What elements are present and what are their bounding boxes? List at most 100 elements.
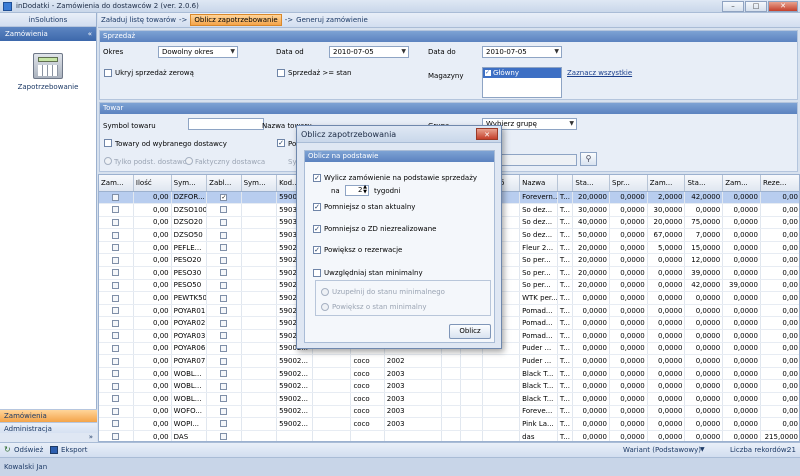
grid-column-header[interactable]: Spr... — [609, 175, 648, 192]
period-select[interactable]: Dowolny okres ▼ — [158, 46, 238, 58]
row-checkbox[interactable] — [112, 231, 120, 239]
grid-column-header[interactable]: Sta... — [684, 175, 724, 192]
row-checkbox[interactable] — [112, 344, 120, 352]
step-load-products[interactable]: Załaduj listę towarów — [101, 16, 176, 24]
grid-column-header[interactable]: Sta... — [572, 175, 610, 192]
table-row[interactable]: 0,00 WOBL... 59002... coco 2003 Black T... T..… — [99, 392, 799, 406]
blocked-checkbox[interactable] — [220, 420, 228, 428]
radio-fill-to-min[interactable] — [321, 288, 329, 296]
blocked-checkbox[interactable] — [220, 244, 228, 252]
minimize-button[interactable]: – — [722, 1, 744, 12]
reduce-zd-checkbox[interactable]: ✓ — [313, 225, 321, 233]
blocked-checkbox[interactable] — [220, 256, 228, 264]
pom-checkbox[interactable]: ✓ — [277, 139, 285, 147]
nav-expand-chevron-icon[interactable]: » — [0, 433, 97, 442]
blocked-checkbox[interactable] — [220, 344, 228, 352]
nav-bottom-zamowienia[interactable]: Zamówienia — [0, 409, 97, 422]
blocked-checkbox[interactable] — [220, 281, 228, 289]
grid-column-header[interactable]: Reze... — [760, 175, 799, 192]
symbol-input[interactable] — [188, 118, 264, 130]
warehouse-item[interactable]: ✓ Główny — [483, 68, 561, 78]
sales-based-checkbox[interactable]: ✓ — [313, 174, 321, 182]
row-checkbox[interactable] — [112, 206, 120, 214]
add-reservations-checkbox[interactable]: ✓ — [313, 246, 321, 254]
row-checkbox[interactable] — [112, 256, 120, 264]
blocked-checkbox[interactable]: ✓ — [220, 193, 228, 201]
date-to-picker[interactable]: 2010-07-05 ▼ — [482, 46, 562, 58]
blocked-checkbox[interactable] — [220, 370, 228, 378]
row-checkbox[interactable] — [112, 420, 120, 428]
blocked-checkbox[interactable] — [220, 294, 228, 302]
radio-actual-supplier[interactable] — [185, 157, 193, 165]
row-checkbox[interactable] — [112, 281, 120, 289]
blocked-checkbox[interactable] — [220, 382, 228, 390]
calculate-button[interactable]: Oblicz — [449, 324, 491, 339]
table-row[interactable]: 0,00 POYAR07 59002... coco 2002 Puder ... T...… — [99, 354, 799, 368]
blocked-checkbox[interactable] — [220, 231, 228, 239]
nav-tile-zapotrzebowanie[interactable]: Zapotrzebowanie — [8, 53, 88, 91]
row-checkbox[interactable] — [112, 332, 120, 340]
blocked-checkbox[interactable] — [220, 218, 228, 226]
stepper-arrows-icon[interactable]: ▲ ▼ — [363, 185, 367, 195]
grid-column-header[interactable]: Sym... — [171, 175, 208, 192]
grid-column-header[interactable]: Nazwa — [519, 175, 558, 192]
select-all-link[interactable]: Zaznacz wszystkie — [567, 69, 632, 77]
blocked-checkbox[interactable] — [220, 357, 228, 365]
export-button[interactable]: Eksport — [61, 446, 87, 454]
search-icon[interactable]: ⚲ — [580, 152, 597, 166]
blocked-checkbox[interactable] — [220, 269, 228, 277]
grid-column-header[interactable]: Zam... — [647, 175, 686, 192]
sales-gte-stock-checkbox[interactable] — [277, 69, 285, 77]
row-checkbox[interactable] — [112, 244, 120, 252]
refresh-button[interactable]: Odśwież — [14, 446, 43, 454]
collapse-chevron-icon[interactable]: « — [88, 27, 92, 41]
blocked-checkbox[interactable] — [220, 395, 228, 403]
date-from-picker[interactable]: 2010-07-05 ▼ — [329, 46, 409, 58]
row-checkbox[interactable] — [112, 218, 120, 226]
row-checkbox[interactable] — [112, 269, 120, 277]
row-checkbox[interactable] — [112, 382, 120, 390]
grid-column-header[interactable]: Zam... — [722, 175, 761, 192]
table-row[interactable]: 0,00 WOBL... 59002... coco 2003 Black T... T..… — [99, 367, 799, 381]
blocked-checkbox[interactable] — [220, 407, 228, 415]
grid-column-header[interactable]: Zabl... — [206, 175, 242, 192]
chevron-down-icon[interactable]: ▼ — [700, 446, 705, 453]
grid-column-header[interactable] — [557, 175, 574, 192]
table-row[interactable]: 0,00 WOPI... 59002... coco 2003 Pink La... T..… — [99, 417, 799, 431]
export-icon[interactable] — [50, 446, 58, 454]
grid-column-header[interactable]: Sym... — [241, 175, 278, 192]
radio-add-min[interactable] — [321, 303, 329, 311]
weeks-stepper[interactable]: 2 ▲ ▼ — [345, 185, 369, 196]
refresh-icon[interactable]: ↻ — [4, 445, 11, 454]
blocked-checkbox[interactable] — [220, 307, 228, 315]
grid-column-header[interactable]: Zam... — [99, 175, 134, 192]
row-checkbox[interactable] — [112, 294, 120, 302]
row-checkbox[interactable] — [112, 395, 120, 403]
row-checkbox[interactable] — [112, 319, 120, 327]
table-row[interactable]: 0,00 WOFO... 59002... coco 2003 Foreve... T...… — [99, 405, 799, 419]
grid-column-header[interactable]: Ilość — [133, 175, 172, 192]
row-checkbox[interactable] — [112, 307, 120, 315]
warehouses-list[interactable]: ✓ Główny — [482, 67, 562, 98]
row-checkbox[interactable] — [112, 433, 120, 441]
nav-header[interactable]: Zamówienia « — [0, 27, 96, 41]
radio-only-basic-supplier[interactable] — [104, 157, 112, 165]
blocked-checkbox[interactable] — [220, 206, 228, 214]
table-row[interactable]: 0,00 WOBL... 59002... coco 2003 Black T... T..… — [99, 379, 799, 393]
variant-select[interactable]: Wariant (Podstawowy) — [623, 446, 701, 454]
from-supplier-checkbox[interactable] — [104, 139, 112, 147]
supplier-search-input[interactable] — [500, 154, 577, 166]
row-checkbox[interactable] — [112, 407, 120, 415]
blocked-checkbox[interactable] — [220, 319, 228, 327]
step-generate-order[interactable]: Generuj zamówienie — [296, 16, 368, 24]
blocked-checkbox[interactable] — [220, 332, 228, 340]
row-checkbox[interactable] — [112, 357, 120, 365]
hide-zero-sales-checkbox[interactable] — [104, 69, 112, 77]
reduce-stock-checkbox[interactable]: ✓ — [313, 203, 321, 211]
row-checkbox[interactable] — [112, 193, 120, 201]
table-row[interactable]: 0,00 DAS das T... 0,0000 0,0000 0,0000 0,0000 0,… — [99, 430, 799, 441]
blocked-checkbox[interactable] — [220, 433, 228, 441]
step-calculate-demand[interactable]: Oblicz zapotrzebowanie — [190, 14, 282, 26]
close-button[interactable]: ✕ — [768, 1, 798, 12]
maximize-button[interactable]: □ — [745, 1, 767, 12]
